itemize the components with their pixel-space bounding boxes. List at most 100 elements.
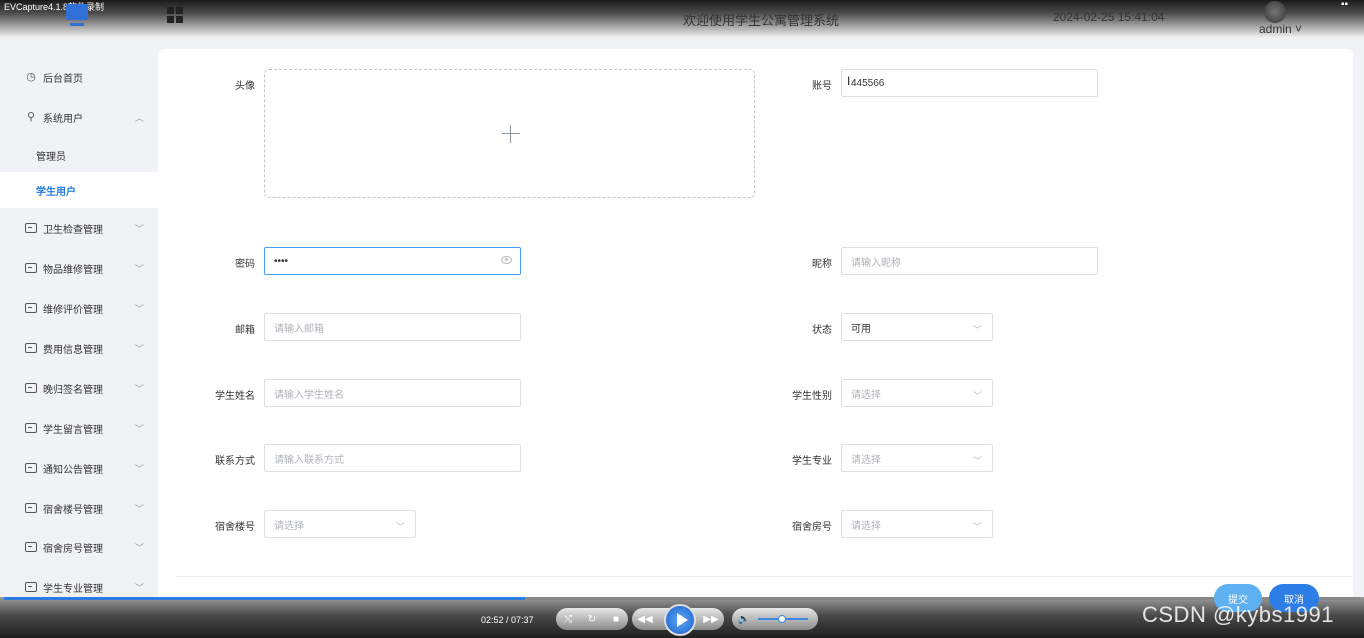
chevron-down-icon: ﹀ xyxy=(972,325,982,335)
user-avatar[interactable] xyxy=(1264,1,1286,23)
building-select[interactable]: 请选择 ﹀ xyxy=(264,510,416,538)
user-icon: ⚲ xyxy=(26,111,36,123)
shuffle-icon[interactable]: ⤭ xyxy=(560,614,576,625)
chevron-down-icon: ﹀ xyxy=(135,582,145,593)
sidebar-item-system-user[interactable]: ⚲ 系统用户 ︿ xyxy=(0,98,158,136)
sidebar-item-label: 费用信息管理 xyxy=(43,344,103,356)
building-label: 宿舍楼号 xyxy=(215,522,255,533)
sidebar-item-late-return[interactable]: 晚归签名管理 ﹀ xyxy=(0,369,158,407)
sidebar-item-rooms[interactable]: 宿舍房号管理 ﹀ xyxy=(0,528,158,566)
card-icon xyxy=(25,223,37,233)
sidebar-subitem-admin[interactable]: 管理员 xyxy=(0,137,158,173)
card-icon xyxy=(25,582,37,592)
email-input[interactable]: 请输入邮箱 xyxy=(264,313,521,341)
chevron-down-icon: ﹀ xyxy=(395,522,405,532)
chevron-down-icon: ﹀ xyxy=(135,463,145,474)
sidebar-item-home[interactable]: ◷ 后台首页 xyxy=(0,58,158,96)
sidebar-item-label: 宿舍房号管理 xyxy=(43,543,103,555)
major-placeholder: 请选择 xyxy=(851,454,881,466)
email-placeholder: 请输入邮箱 xyxy=(274,323,324,335)
chevron-down-icon: ﹀ xyxy=(135,223,145,234)
chevron-down-icon: ﹀ xyxy=(135,343,145,354)
card-icon xyxy=(25,463,37,473)
room-select[interactable]: 请选择 ﹀ xyxy=(841,510,993,538)
sidebar-item-buildings[interactable]: 宿舍楼号管理 ﹀ xyxy=(0,489,158,527)
user-menu[interactable]: admin ˅ xyxy=(1259,22,1302,36)
sidebar-item-label: 宿舍楼号管理 xyxy=(43,504,103,516)
phone-input[interactable]: 请输入联系方式 xyxy=(264,444,521,472)
sidebar: ◷ 后台首页 ⚲ 系统用户 ︿ 管理员 学生用户 卫生检查管理 ﹀ 物品维修管理… xyxy=(0,38,158,638)
nickname-input[interactable]: 请输入昵称 xyxy=(841,247,1098,275)
room-placeholder: 请选择 xyxy=(851,520,881,532)
card-icon xyxy=(25,542,37,552)
avatar-upload[interactable] xyxy=(264,69,755,198)
sidebar-item-label: 学生专业管理 xyxy=(43,583,103,595)
volume-knob[interactable] xyxy=(778,615,786,623)
clock-icon: ◷ xyxy=(26,71,36,83)
student-name-label: 学生姓名 xyxy=(215,391,255,402)
status-label: 状态 xyxy=(812,325,832,336)
gender-select[interactable]: 请选择 ﹀ xyxy=(841,379,993,407)
chevron-down-icon: ﹀ xyxy=(135,503,145,514)
volume-icon[interactable]: 🔈 xyxy=(736,614,752,625)
player-controls-left: ⤭ ↻ ■ xyxy=(556,608,628,630)
nickname-placeholder: 请输入昵称 xyxy=(851,257,901,269)
chevron-up-icon: ︿ xyxy=(135,112,145,123)
room-label: 宿舍房号 xyxy=(792,522,832,533)
sidebar-item-repair[interactable]: 物品维修管理 ﹀ xyxy=(0,249,158,287)
sidebar-item-fees[interactable]: 费用信息管理 ﹀ xyxy=(0,329,158,367)
student-name-input[interactable]: 请输入学生姓名 xyxy=(264,379,521,407)
sidebar-item-label: 学生留言管理 xyxy=(43,424,103,436)
building-placeholder: 请选择 xyxy=(274,520,304,532)
chevron-down-icon: ﹀ xyxy=(135,423,145,434)
sidebar-subitem-student-user[interactable]: 学生用户 xyxy=(0,172,158,208)
card-icon xyxy=(25,303,37,313)
fast-forward-icon[interactable]: ▶▶ xyxy=(703,614,719,625)
sidebar-item-hygiene[interactable]: 卫生检查管理 ﹀ xyxy=(0,209,158,247)
repeat-icon[interactable]: ↻ xyxy=(584,614,600,625)
card-icon xyxy=(25,423,37,433)
plus-icon xyxy=(502,125,520,143)
major-label: 学生专业 xyxy=(792,456,832,467)
password-input[interactable]: •••• xyxy=(264,247,521,275)
chevron-down-icon: ﹀ xyxy=(135,303,145,314)
account-input[interactable]: 445566 xyxy=(841,69,1098,97)
sidebar-item-label: 后台首页 xyxy=(43,73,83,85)
sidebar-item-repair-review[interactable]: 维修评价管理 ﹀ xyxy=(0,289,158,327)
top-bar: EVCapture4.1.8软件录制 欢迎使用学生公寓管理系统 2024-02-… xyxy=(0,0,1364,38)
major-select[interactable]: 请选择 ﹀ xyxy=(841,444,993,472)
rewind-icon[interactable]: ◀◀ xyxy=(637,614,653,625)
account-label: 账号 xyxy=(812,81,832,92)
sidebar-item-label: 通知公告管理 xyxy=(43,464,103,476)
card-icon xyxy=(25,263,37,273)
chevron-down-icon: ﹀ xyxy=(972,391,982,401)
chevron-down-icon: ﹀ xyxy=(972,456,982,466)
window-corner-icon[interactable]: ▪▪ xyxy=(1341,0,1355,10)
gender-placeholder: 请选择 xyxy=(851,389,881,401)
text-cursor-icon: I xyxy=(847,74,851,88)
sidebar-item-messages[interactable]: 学生留言管理 ﹀ xyxy=(0,409,158,447)
gender-label: 学生性别 xyxy=(792,391,832,402)
avatar-label: 头像 xyxy=(235,81,255,92)
card-icon xyxy=(25,343,37,353)
sidebar-item-label: 晚归签名管理 xyxy=(43,384,103,396)
csdn-watermark: CSDN @kybs1991 xyxy=(1142,602,1334,627)
card-icon xyxy=(25,383,37,393)
student-name-placeholder: 请输入学生姓名 xyxy=(274,389,344,401)
phone-label: 联系方式 xyxy=(215,456,255,467)
chevron-down-icon: ﹀ xyxy=(972,522,982,532)
play-button[interactable] xyxy=(664,604,696,636)
video-progress-fill xyxy=(4,597,525,600)
sidebar-item-notices[interactable]: 通知公告管理 ﹀ xyxy=(0,449,158,487)
card-icon xyxy=(25,503,37,513)
stop-icon[interactable]: ■ xyxy=(608,614,624,625)
email-label: 邮箱 xyxy=(235,325,255,336)
video-time: 02:52 / 07:37 xyxy=(481,615,534,625)
eye-icon[interactable] xyxy=(501,256,512,264)
account-value: 445566 xyxy=(851,77,885,89)
chevron-down-icon: ﹀ xyxy=(135,263,145,274)
form-divider xyxy=(176,576,1352,577)
status-select[interactable]: 可用 ﹀ xyxy=(841,313,993,341)
nickname-label: 昵称 xyxy=(812,259,832,270)
password-value: •••• xyxy=(274,255,289,267)
